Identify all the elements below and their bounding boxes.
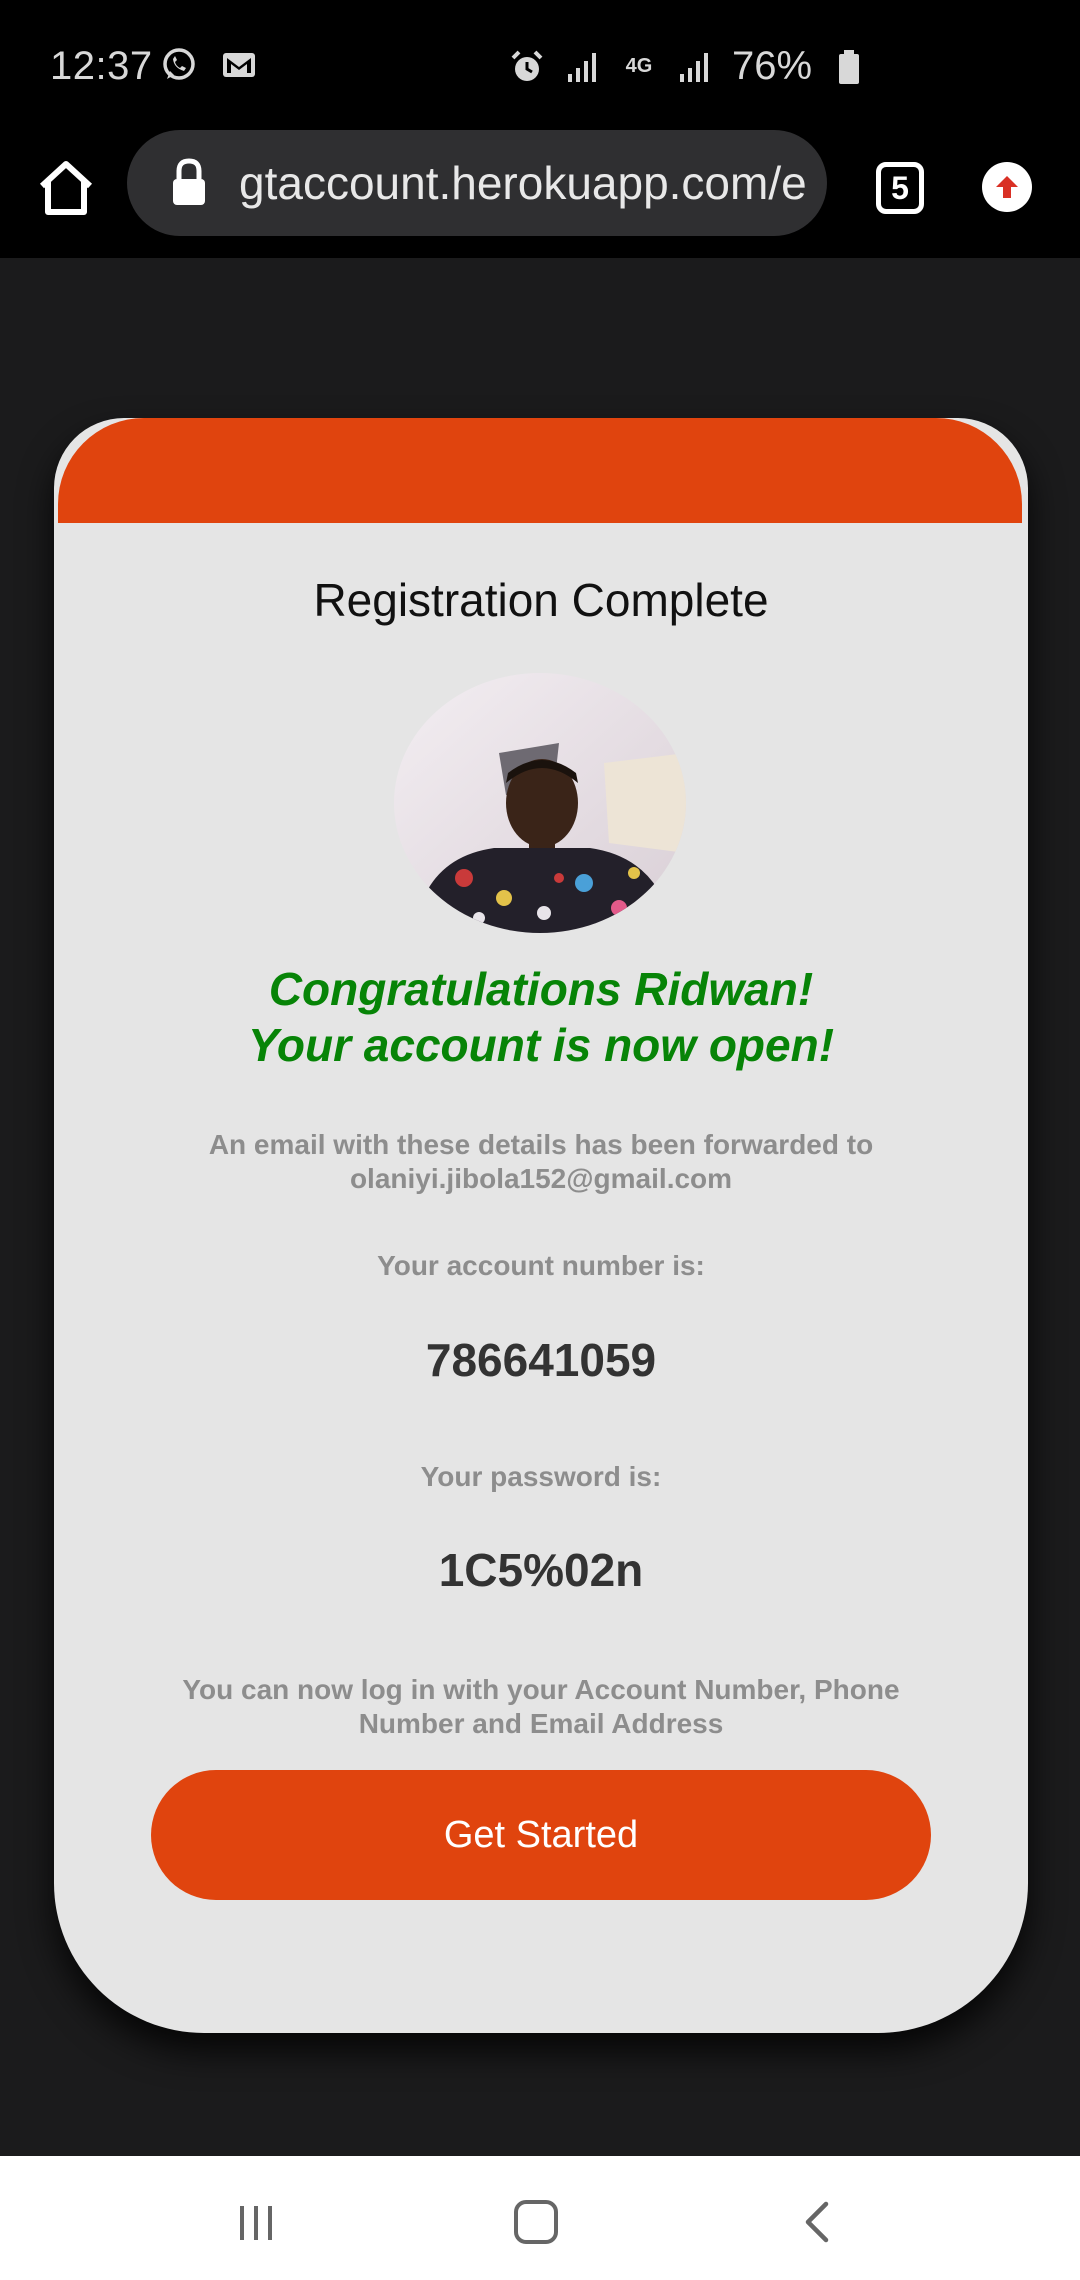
- login-note: You can now log in with your Account Num…: [54, 1673, 1028, 1741]
- signal-icon: [676, 48, 714, 86]
- status-bar: 12:37 4G 76%: [0, 0, 1080, 130]
- congrats-line: Congratulations Ridwan!: [268, 963, 814, 1015]
- login-note-line: Number and Email Address: [358, 1708, 724, 1739]
- battery-percent: 76%: [732, 44, 813, 88]
- home-nav-icon[interactable]: [506, 2192, 566, 2252]
- system-nav-bar: [0, 2156, 1080, 2280]
- account-number-value: 786641059: [425, 1334, 657, 1386]
- account-number-label: Your account number is:: [377, 1250, 705, 1281]
- email-note: An email with these details has been for…: [54, 1128, 1028, 1196]
- congrats-line: Your account is now open!: [247, 1019, 835, 1071]
- system-status: 4G 76%: [508, 44, 868, 89]
- address-bar[interactable]: gtaccount.herokuapp.com/e: [127, 130, 827, 236]
- registration-card: Registration Complete Congratulations Ri…: [54, 418, 1028, 2033]
- home-icon[interactable]: [34, 156, 98, 220]
- page-title: Registration Complete: [313, 574, 769, 626]
- recent-apps-icon[interactable]: [226, 2192, 286, 2252]
- avatar: [394, 673, 686, 933]
- email-note-text: An email with these details has been for…: [208, 1129, 874, 1160]
- browser-toolbar: gtaccount.herokuapp.com/e 5: [0, 130, 1080, 258]
- lock-icon: [169, 157, 209, 209]
- status-time: 12:37: [50, 44, 153, 88]
- upload-icon[interactable]: [982, 162, 1032, 212]
- password-label: Your password is:: [420, 1461, 662, 1492]
- tab-switcher-button[interactable]: 5: [876, 162, 924, 214]
- get-started-button[interactable]: Get Started: [151, 1770, 931, 1900]
- notification-icons: [160, 46, 258, 84]
- alarm-icon: [508, 48, 546, 86]
- congrats-message: Congratulations Ridwan! Your account is …: [54, 961, 1028, 1073]
- page-content: Registration Complete Congratulations Ri…: [0, 258, 1080, 2156]
- network-4g-icon: 4G: [625, 55, 653, 77]
- gmail-icon: [220, 46, 258, 84]
- card-header-bar: [58, 418, 1022, 523]
- url-text: gtaccount.herokuapp.com/e: [239, 157, 807, 209]
- battery-icon: [830, 48, 868, 86]
- email-address: olaniyi.jibola152@gmail.com: [349, 1163, 733, 1194]
- login-note-line: You can now log in with your Account Num…: [182, 1674, 900, 1705]
- back-icon[interactable]: [788, 2192, 848, 2252]
- password-value: 1C5%02n: [438, 1544, 644, 1596]
- whatsapp-icon: [160, 46, 198, 84]
- signal-icon: [564, 48, 602, 86]
